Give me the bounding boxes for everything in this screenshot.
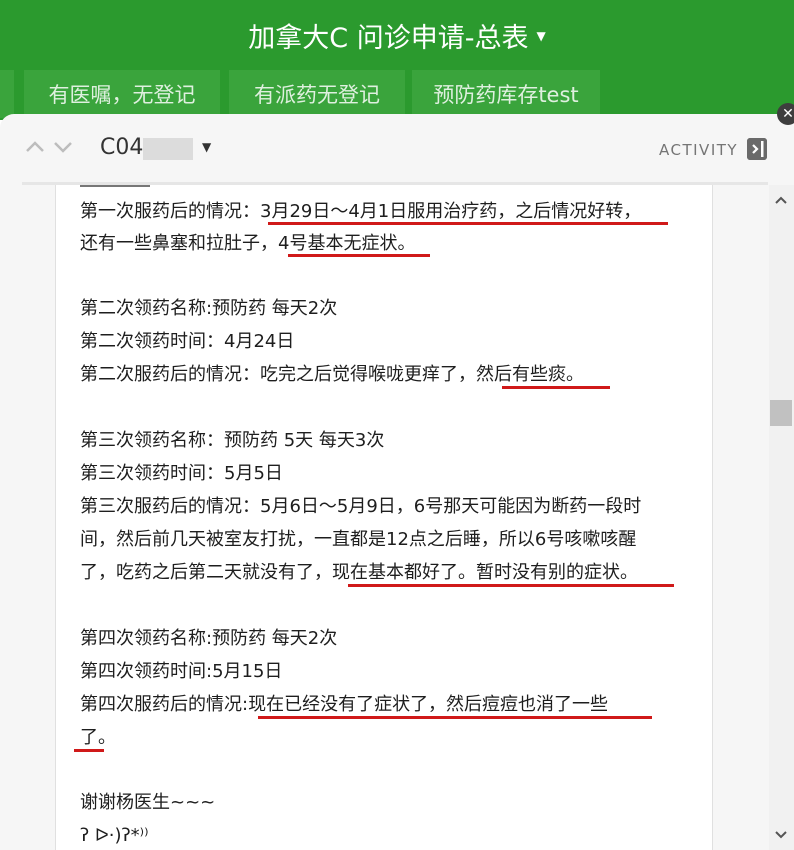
- content-line: 第三次领药名称：预防药 5天 每天3次: [80, 430, 385, 451]
- scrollbar-track[interactable]: [769, 185, 794, 850]
- tab-dispensed-unregistered[interactable]: 有派药无登记: [229, 70, 405, 118]
- activity-panel-icon[interactable]: [747, 138, 767, 160]
- red-underline: [268, 222, 668, 225]
- content-line: 了，吃药之后第二天就没有了，现在基本都好了。暂时没有别的症状。: [80, 562, 638, 583]
- caret-down-icon[interactable]: ▼: [536, 29, 545, 43]
- activity-label[interactable]: ACTIVITY: [659, 141, 738, 159]
- record-id[interactable]: C04: [100, 135, 143, 160]
- app-title-text: 加拿大C 问诊申请-总表: [248, 22, 529, 54]
- content-line: 第二次领药名称:预防药 每天2次: [80, 298, 338, 319]
- content-line: 还有一些鼻塞和拉肚子，4号基本无症状。: [80, 233, 416, 254]
- app-title[interactable]: 加拿大C 问诊申请-总表 ▼: [0, 0, 794, 70]
- red-underline: [258, 716, 652, 719]
- content-line: 第一次服药后的情况：3月29日～4月1日服用治疗药，之后情况好转，: [80, 201, 642, 222]
- content-line: 第三次服药后的情况：5月6日～5月9日，6号那天可能因为断药一段时: [80, 496, 642, 517]
- chevron-up-icon[interactable]: [24, 136, 46, 158]
- chevron-down-icon[interactable]: [52, 136, 74, 158]
- scroll-up-icon[interactable]: [773, 192, 789, 208]
- content-line: 了。: [80, 727, 116, 748]
- red-underline: [288, 254, 430, 257]
- redacted-id-block: [143, 138, 193, 160]
- content-line: ʔ ᐅ·)ʔ*⁾⁾: [80, 825, 149, 846]
- content-line: 第三次领药时间：5月5日: [80, 463, 283, 484]
- red-underline: [502, 386, 610, 389]
- clipped-underline: [80, 185, 150, 187]
- tab-partial[interactable]: [0, 70, 14, 118]
- red-underline: [74, 749, 104, 752]
- tab-orders-unregistered[interactable]: 有医嘱，无登记: [24, 70, 220, 118]
- tab-prevention-stock[interactable]: 预防药库存test: [412, 70, 600, 118]
- content-line: 第四次领药时间:5月15日: [80, 661, 283, 682]
- red-underline: [348, 584, 674, 587]
- view-tabs: 有医嘱，无登记 有派药无登记 预防药库存test: [0, 70, 794, 120]
- close-icon[interactable]: ✕: [777, 103, 794, 125]
- content-line: 第二次领药时间：4月24日: [80, 331, 295, 352]
- scroll-down-icon[interactable]: [773, 827, 789, 843]
- content-line: 第四次领药名称:预防药 每天2次: [80, 628, 338, 649]
- content-line: 第二次服药后的情况：吃完之后觉得喉咙更痒了，然后有些痰。: [80, 364, 584, 385]
- content-line: 间，然后前几天被室友打扰，一直都是12点之后睡，所以6号咳嗽咳醒: [80, 529, 637, 550]
- content-line: 第四次服药后的情况:现在已经没有了症状了，然后痘痘也消了一些: [80, 694, 609, 715]
- scrollbar-thumb[interactable]: [770, 400, 792, 426]
- content-line: 谢谢杨医生~~~: [80, 792, 216, 813]
- record-content[interactable]: 第一次服药后的情况：3月29日～4月1日服用治疗药，之后情况好转， 还有一些鼻塞…: [55, 185, 713, 850]
- caret-down-icon[interactable]: ▼: [202, 140, 211, 154]
